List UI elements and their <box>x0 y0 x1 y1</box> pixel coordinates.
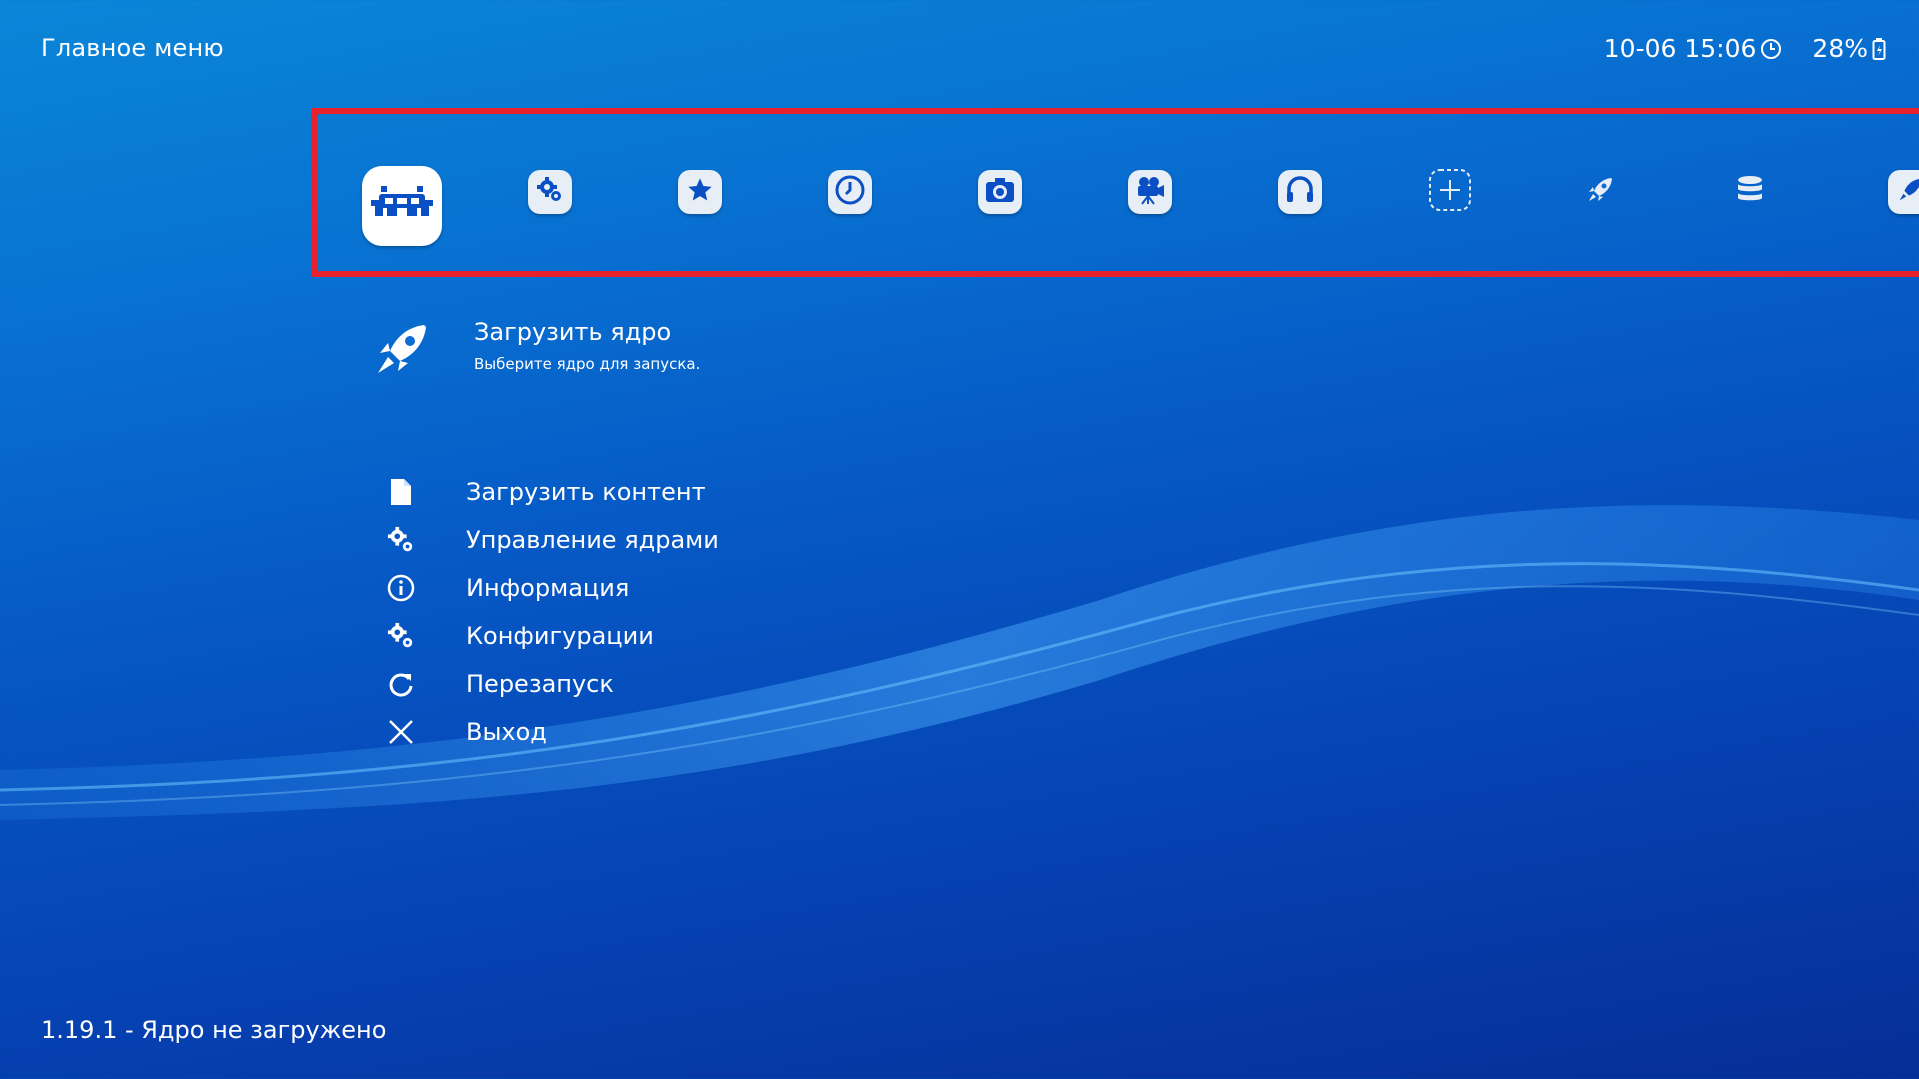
menu-item-restart[interactable]: Перезапуск <box>386 660 719 708</box>
menu-item-quit[interactable]: Выход <box>386 708 719 756</box>
menu-item-load-content[interactable]: Загрузить контент <box>386 468 719 516</box>
battery-icon <box>1872 37 1886 61</box>
rocket-icon <box>1585 175 1615 209</box>
camera-icon <box>984 176 1016 208</box>
tab-settings[interactable] <box>526 168 574 216</box>
status-bar: 10-06 15:06 28% <box>1604 34 1886 63</box>
settings-gears-icon <box>535 175 565 209</box>
tab-core-2[interactable] <box>1886 168 1919 216</box>
clock-icon <box>834 174 866 210</box>
tab-import-content[interactable] <box>1426 168 1474 216</box>
tab-core[interactable] <box>1576 168 1624 216</box>
tab-bar <box>311 108 1919 277</box>
info-icon <box>386 573 416 603</box>
menu-list: Загрузить контент Управление ядрами Инфо… <box>386 468 719 756</box>
tab-favorites[interactable] <box>676 168 724 216</box>
menu-item-configurations[interactable]: Конфигурации <box>386 612 719 660</box>
gears-icon <box>386 525 416 555</box>
selected-title: Загрузить ядро <box>474 318 672 346</box>
close-icon <box>386 717 416 747</box>
tab-main-menu[interactable] <box>361 165 443 247</box>
clock-icon <box>1760 38 1782 60</box>
headphones-icon <box>1284 174 1316 210</box>
star-icon <box>686 176 714 208</box>
tab-database[interactable] <box>1726 168 1774 216</box>
menu-item-information[interactable]: Информация <box>386 564 719 612</box>
rocket-icon <box>1896 176 1919 208</box>
datetime: 10-06 15:06 <box>1603 34 1757 63</box>
database-icon <box>1736 175 1764 209</box>
tab-images[interactable] <box>976 168 1024 216</box>
movie-camera-icon <box>1134 174 1166 210</box>
tab-music[interactable] <box>1276 168 1324 216</box>
battery-percent: 28% <box>1812 34 1868 63</box>
tab-history[interactable] <box>826 168 874 216</box>
rocket-icon <box>372 319 432 379</box>
menu-item-core-management[interactable]: Управление ядрами <box>386 516 719 564</box>
gears-icon <box>386 621 416 651</box>
selected-subtitle: Выберите ядро для запуска. <box>474 355 701 373</box>
retroarch-icon <box>371 184 433 228</box>
screen-title: Главное меню <box>41 34 224 62</box>
footer-status: 1.19.1 - Ядро не загружено <box>41 1016 387 1044</box>
tab-videos[interactable] <box>1126 168 1174 216</box>
restart-icon <box>386 669 416 699</box>
add-icon <box>1428 168 1472 216</box>
selected-entry[interactable]: Загрузить ядро Выберите ядро для запуска… <box>372 315 700 379</box>
file-icon <box>386 477 416 507</box>
